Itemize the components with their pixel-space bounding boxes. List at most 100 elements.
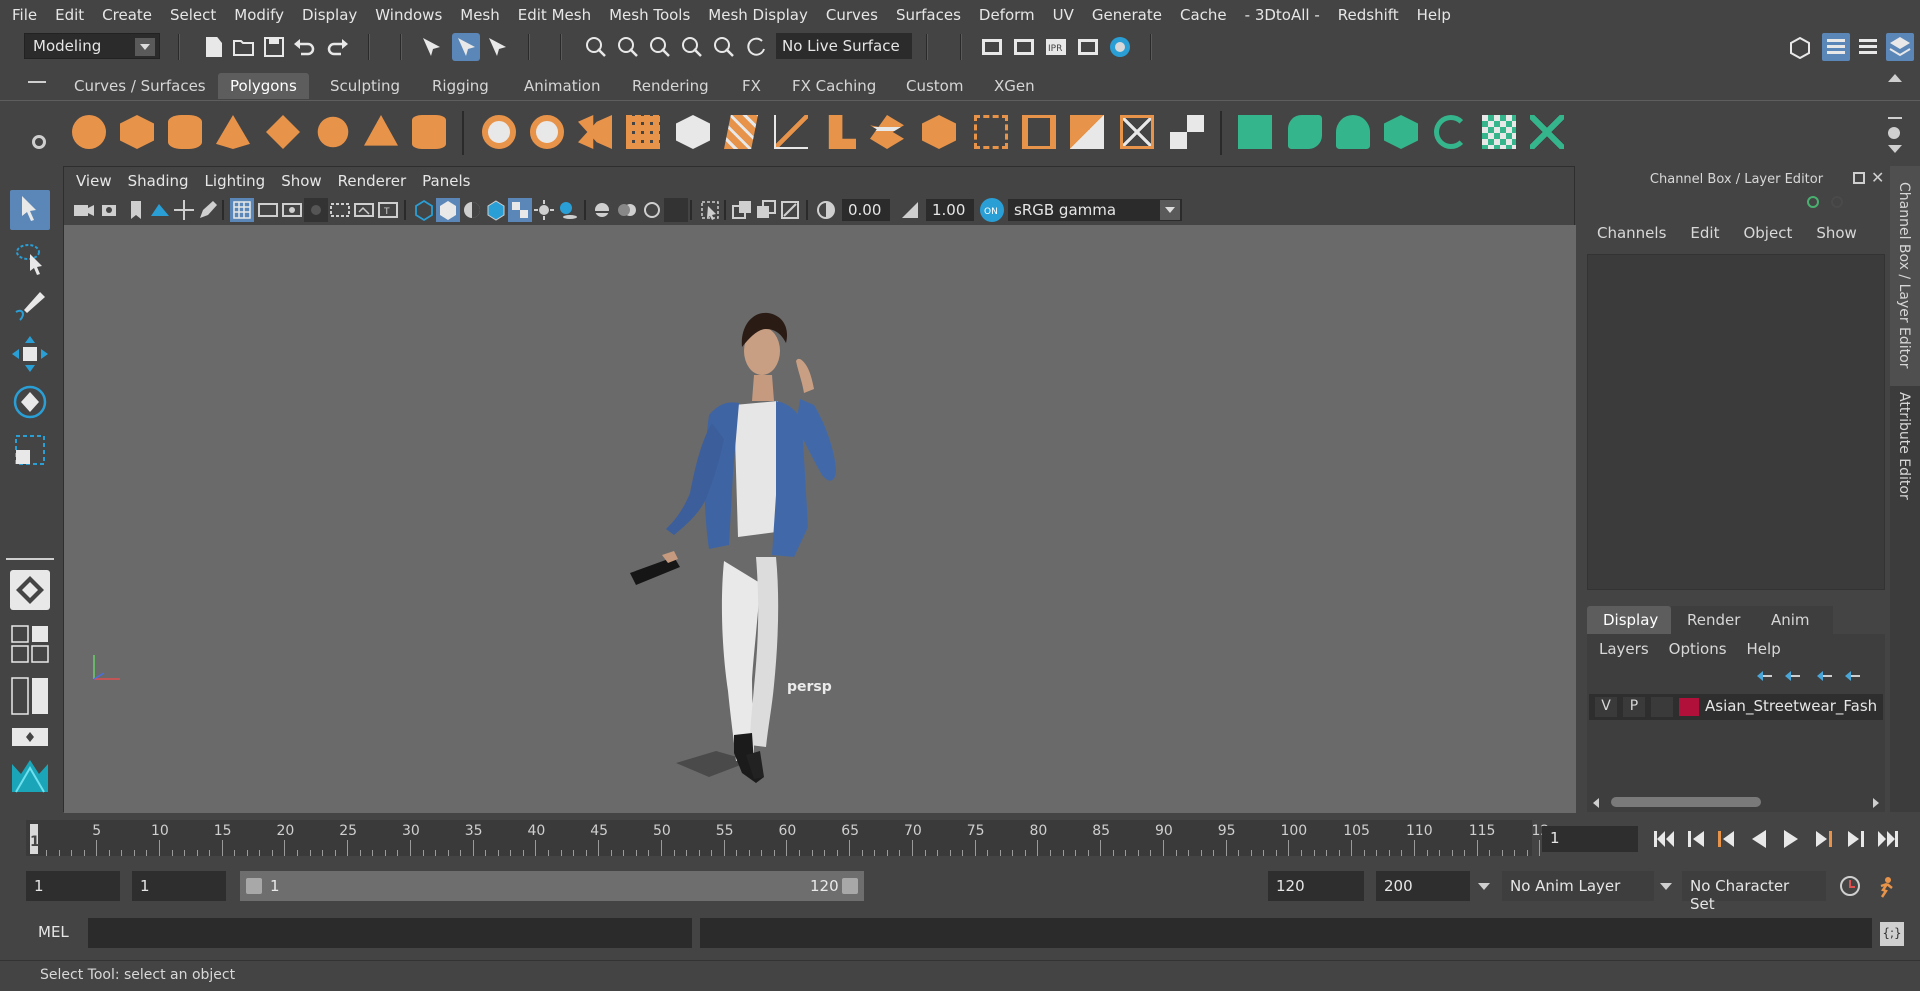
smooth-icon[interactable] [626,115,660,149]
rotate-tool-button[interactable] [10,382,50,422]
menu-redshift[interactable]: Redshift [1329,6,1408,24]
motion-blur-icon[interactable] [616,198,640,222]
command-input[interactable] [88,918,692,948]
view-transform-dropdown[interactable]: sRGB gamma [1008,199,1182,221]
extrude-icon[interactable] [828,115,856,149]
bool-union-icon[interactable] [1070,115,1104,149]
menu-modify[interactable]: Modify [225,6,293,24]
poly-plane-icon[interactable] [266,115,300,149]
layer-horizontal-scrollbar[interactable] [1589,794,1883,810]
shelf-scroll-down-icon[interactable] [1888,145,1902,153]
retopologize-icon[interactable] [724,115,758,149]
menu-create[interactable]: Create [93,6,161,24]
options-menu[interactable]: Options [1659,640,1737,658]
float-panel-icon[interactable] [1853,172,1865,184]
four-view-layout-button[interactable] [10,624,50,664]
snap-view-plane-icon[interactable] [680,35,704,59]
shelf-options-icon[interactable] [1888,127,1900,139]
fill-hole-icon[interactable] [1022,115,1056,149]
chevron-down-icon[interactable] [1478,883,1490,890]
menu-3dtoall[interactable]: - 3DtoAll - [1236,6,1329,24]
film-gate-icon[interactable] [256,198,280,222]
go-to-end-icon[interactable] [1876,828,1900,854]
shelf-menu-icon[interactable] [28,81,46,83]
tab-animation[interactable]: Animation [512,73,612,99]
scene-end-field[interactable]: 200 [1376,871,1470,901]
tab-fx[interactable]: FX [730,73,773,99]
bridge-icon[interactable] [870,115,904,149]
depth-of-field-icon[interactable] [664,198,688,222]
layer-visibility-toggle[interactable]: V [1595,697,1617,717]
select-hierarchy-icon[interactable] [420,35,444,59]
scroll-thumb[interactable] [1611,797,1761,807]
grid-toggle-icon[interactable] [230,198,254,222]
menu-generate[interactable]: Generate [1083,6,1171,24]
channel-list[interactable] [1587,254,1885,590]
menu-uv[interactable]: UV [1044,6,1083,24]
manipulator-icon[interactable] [1807,196,1819,208]
uv-automatic-icon[interactable] [1384,115,1418,149]
gamma-field[interactable]: 1.00 [926,199,974,221]
tab-xgen[interactable]: XGen [982,73,1047,99]
script-editor-icon[interactable]: {;} [1880,922,1904,946]
close-icon[interactable]: ✕ [1871,168,1884,187]
safe-title-icon[interactable]: T [376,198,400,222]
select-component-icon[interactable] [486,35,510,59]
menu-help[interactable]: Help [1408,6,1460,24]
playback-start-field[interactable]: 1 [132,871,226,901]
xray-icon[interactable] [730,198,754,222]
hypershade-icon[interactable] [1108,35,1132,59]
menu-file[interactable]: File [0,6,46,24]
time-ruler[interactable]: 1 5 10 15 20 25 30 35 40 45 50 55 60 65 70 75 80 85 90 95 1… [26,820,1549,856]
move-layer-down-icon[interactable] [1783,670,1801,682]
menu-windows[interactable]: Windows [366,6,451,24]
safe-action-icon[interactable] [352,198,376,222]
viewport-menu-view[interactable]: View [64,172,120,190]
speed-icon[interactable] [1831,196,1843,208]
select-object-icon[interactable] [452,33,480,61]
use-default-material-icon[interactable] [460,198,484,222]
edit-menu[interactable]: Edit [1678,224,1731,242]
attribute-editor-toggle-icon[interactable] [1856,35,1880,59]
layer-display-type-toggle[interactable] [1651,697,1673,717]
channels-menu[interactable]: Channels [1583,224,1678,242]
playback-end-field[interactable]: 120 [1268,871,1364,901]
animation-preferences-icon[interactable] [1874,874,1898,902]
camera-attributes-icon[interactable] [100,198,124,222]
tab-polygons[interactable]: Polygons [218,73,309,99]
range-slider[interactable]: 1 120 [240,871,864,901]
single-perspective-layout-button[interactable] [10,570,50,610]
mirror-icon[interactable] [578,115,612,149]
step-back-frame-icon[interactable] [1716,828,1738,854]
menu-deform[interactable]: Deform [970,6,1044,24]
xray-joints-icon[interactable] [778,198,802,222]
current-frame-field[interactable]: 1 [1542,826,1638,852]
camera-select-icon[interactable] [72,198,96,222]
snap-point-icon[interactable] [648,35,672,59]
select-tool-button[interactable] [10,190,50,230]
quadrangulate-icon[interactable] [1120,115,1154,149]
exposure-field[interactable]: 0.00 [842,199,890,221]
shadows-icon[interactable] [556,198,580,222]
render-view-icon[interactable] [980,35,1004,59]
bookmark-icon[interactable] [124,198,148,222]
image-plane-icon[interactable] [148,198,172,222]
symmetry-icon[interactable] [744,35,768,59]
viewport-menu-show[interactable]: Show [273,172,329,190]
lasso-tool-button[interactable] [10,238,50,278]
open-scene-icon[interactable] [232,35,256,59]
textured-icon[interactable] [508,198,532,222]
menu-mesh-display[interactable]: Mesh Display [699,6,817,24]
snap-grid-icon[interactable] [584,35,608,59]
wireframe-on-shaded-icon[interactable] [484,198,508,222]
resolution-gate-icon[interactable] [280,198,304,222]
chevron-down-icon[interactable] [1660,883,1672,890]
save-scene-icon[interactable] [262,35,286,59]
show-menu[interactable]: Show [1804,224,1868,242]
viewport-menu-panels[interactable]: Panels [414,172,478,190]
uv-planar-icon[interactable] [1238,115,1272,149]
menu-select[interactable]: Select [161,6,225,24]
poly-cone-icon[interactable] [216,115,250,149]
render-settings-icon[interactable] [1076,35,1100,59]
tab-rigging[interactable]: Rigging [420,73,501,99]
